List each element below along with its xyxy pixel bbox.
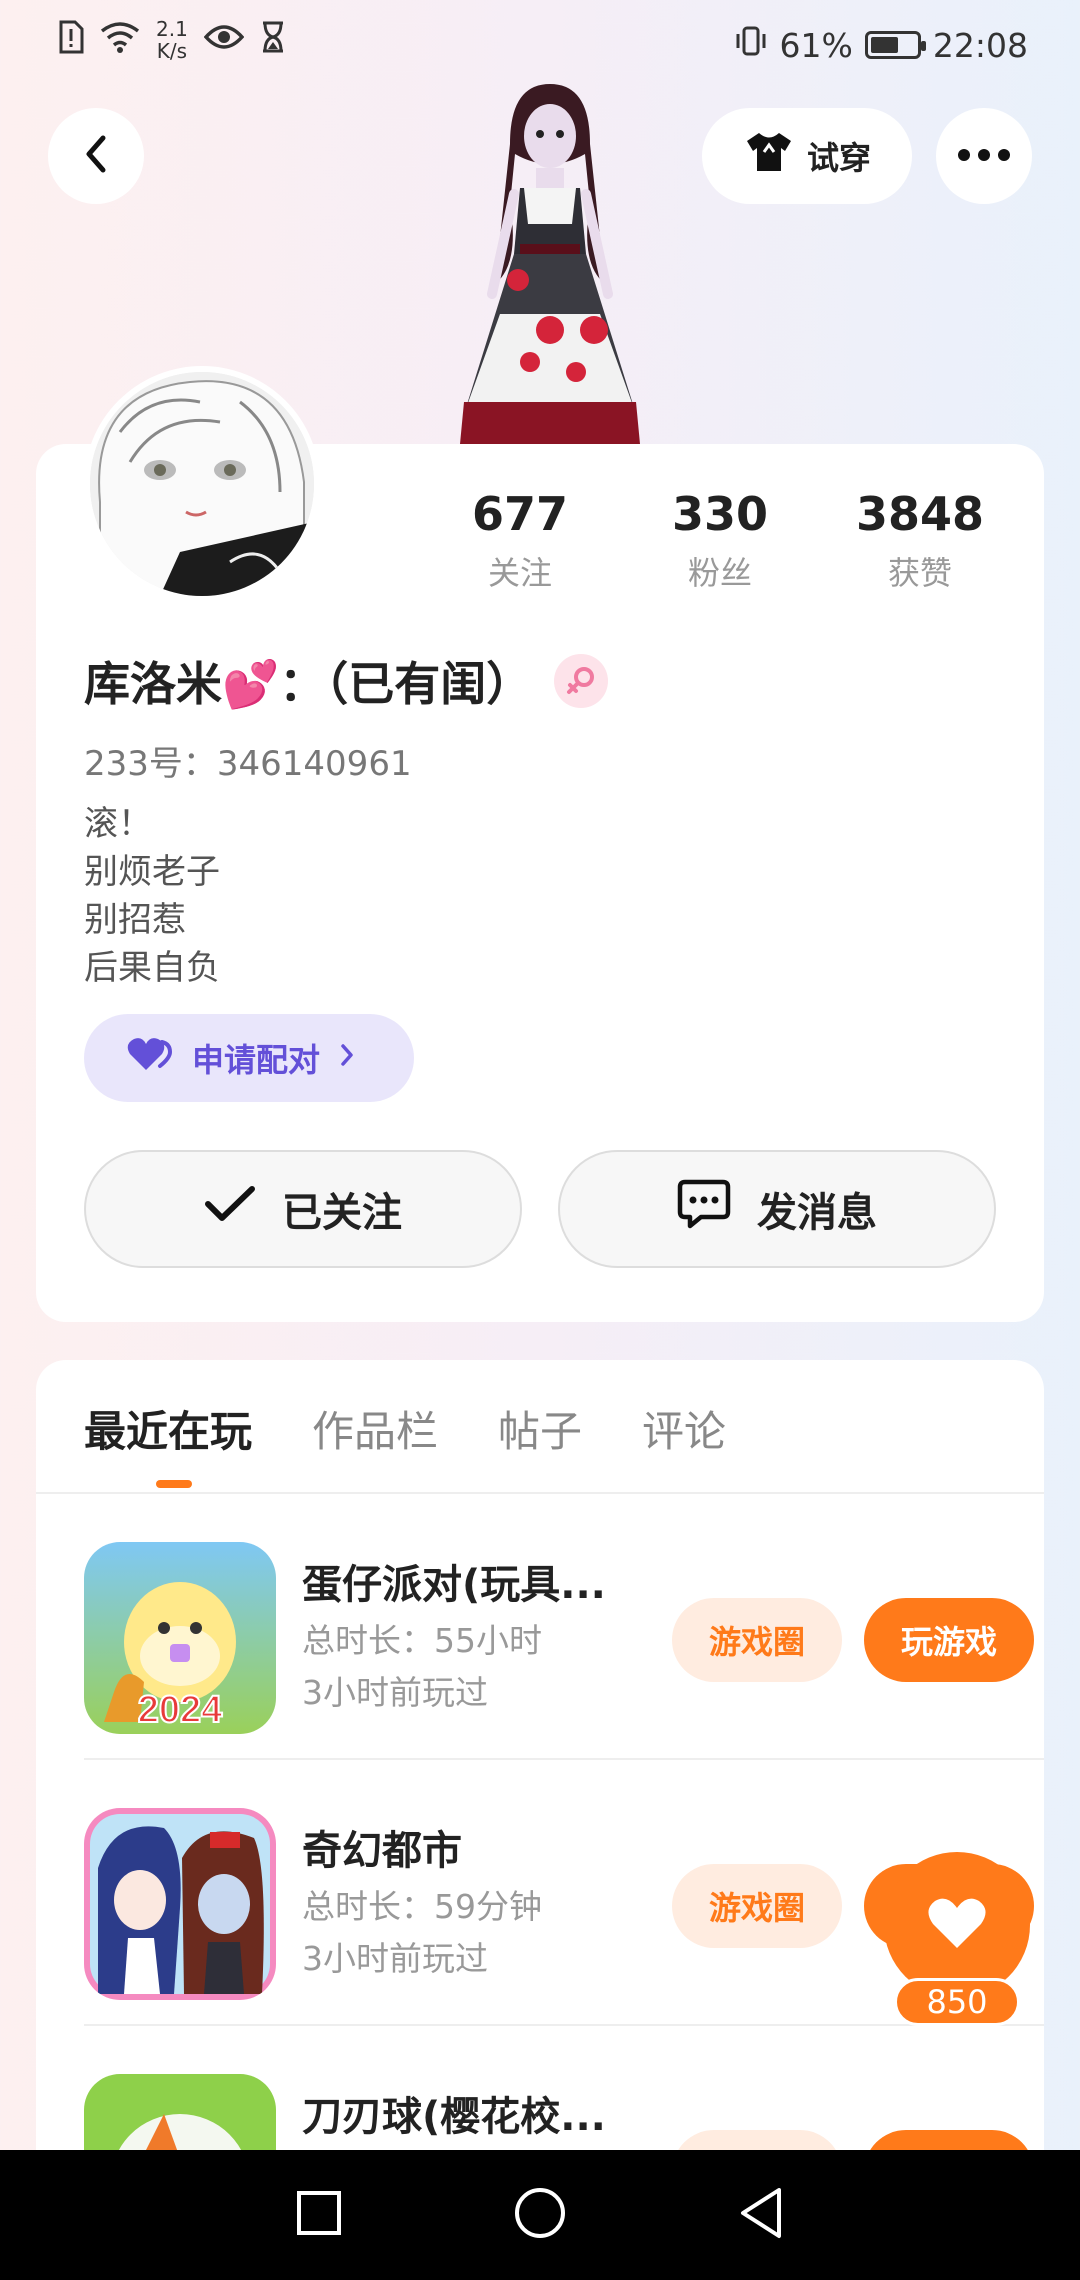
try-on-label: 试穿 [806,139,871,177]
game-icon-text: 2024 [138,1689,223,1731]
bio-line: 别招惹 [84,900,186,940]
system-nav-bar [0,2150,1080,2280]
bio: 滚！ 别烦老子 别招惹 后果自负 [84,800,220,992]
request-pair-button[interactable]: 申请配对 [84,1014,414,1102]
request-pair-label: 申请配对 [192,1041,321,1079]
stat-followers[interactable]: 330 粉丝 [620,486,820,594]
chevron-right-icon [338,1039,356,1077]
status-bar: 2.1 K/s 61% 22:08 [0,0,1080,92]
active-tab-indicator [156,1480,192,1488]
followed-label: 已关注 [282,1190,402,1236]
stat-likes[interactable]: 3848 获赞 [820,486,1020,594]
stat-value: 3848 [855,487,985,541]
double-heart-icon [126,1036,174,1080]
tab-recently-played[interactable]: 最近在玩 [84,1398,252,1459]
followed-button[interactable]: 已关注 [84,1150,522,1268]
chevron-left-icon [79,132,113,180]
game-name: 奇幻都市 [302,1828,462,1874]
stats-row: 677 关注 330 粉丝 3848 获赞 [420,486,1020,594]
stat-label: 获赞 [887,554,952,592]
game-name: 刀刃球(樱花校... [302,2094,606,2140]
more-dots-icon [956,147,1012,166]
game-duration: 总时长：59分钟 [302,1887,542,1926]
chat-bubble-icon [677,1178,731,1240]
list-item[interactable]: 2024 蛋仔派对(玩具... 总时长：55小时 3小时前玩过 游戏圈 玩游戏 [84,1494,1044,1760]
bio-line: 别烦老子 [84,852,220,892]
bio-line: 滚！ [84,804,152,844]
send-message-label: 发消息 [757,1190,877,1236]
clock: 22:08 [932,25,1028,65]
recents-square-icon[interactable] [295,2189,343,2241]
try-on-button[interactable]: 试穿 [702,108,912,204]
game-name: 蛋仔派对(玩具... [302,1562,606,1608]
content-tabs-card: 最近在玩 作品栏 帖子 评论 2024 蛋仔派对(玩具... 总时长：55小时 … [36,1360,1044,2280]
back-triangle-icon[interactable] [737,2186,785,2244]
game-duration: 总时长：55小时 [302,1621,542,1660]
more-options-button[interactable] [936,108,1032,204]
bio-line: 后果自负 [84,948,220,988]
tab-posts[interactable]: 帖子 [498,1398,582,1459]
network-speed: 2.1 K/s [156,17,188,63]
sim-alert-icon [58,20,84,60]
like-button[interactable] [884,1852,1030,1998]
send-message-button[interactable]: 发消息 [558,1150,996,1268]
avatar-character-image[interactable] [440,84,660,444]
shirt-icon [743,130,795,182]
wifi-icon [100,21,140,59]
stat-label: 关注 [487,554,552,592]
game-circle-button[interactable]: 游戏圈 [672,1598,842,1682]
stat-following[interactable]: 677 关注 [420,486,620,594]
game-icon-fantasy-city[interactable] [84,1808,276,2000]
tab-comments[interactable]: 评论 [642,1398,726,1459]
game-last-played: 3小时前玩过 [302,1673,488,1712]
nickname-row: 库洛米💕：（已有闺） [84,648,609,714]
game-circle-button[interactable]: 游戏圈 [672,1864,842,1948]
vibrate-icon [734,24,768,66]
female-gender-icon [554,654,609,708]
stat-value: 330 [671,487,769,541]
game-icon-eggy-party[interactable]: 2024 [84,1542,276,1734]
play-game-button[interactable]: 玩游戏 [864,1598,1034,1682]
battery-icon [864,31,926,59]
eye-icon [203,23,245,57]
game-last-played: 3小时前玩过 [302,1939,488,1978]
hourglass-icon [260,21,286,59]
tab-bar: 最近在玩 作品栏 帖子 评论 [84,1398,726,1459]
stat-value: 677 [471,487,569,541]
home-circle-icon[interactable] [513,2186,567,2244]
battery-percent: 61% [779,25,853,65]
back-button[interactable] [48,108,144,204]
nickname: 库洛米💕：（已有闺） [84,657,533,711]
stat-label: 粉丝 [687,554,752,592]
heart-icon [927,1896,987,1954]
like-count: 850 [894,1978,1020,2026]
tab-works[interactable]: 作品栏 [312,1398,438,1459]
user-id: 233号：346140961 [84,744,412,784]
checkmark-icon [204,1184,256,1234]
avatar[interactable] [84,366,320,602]
